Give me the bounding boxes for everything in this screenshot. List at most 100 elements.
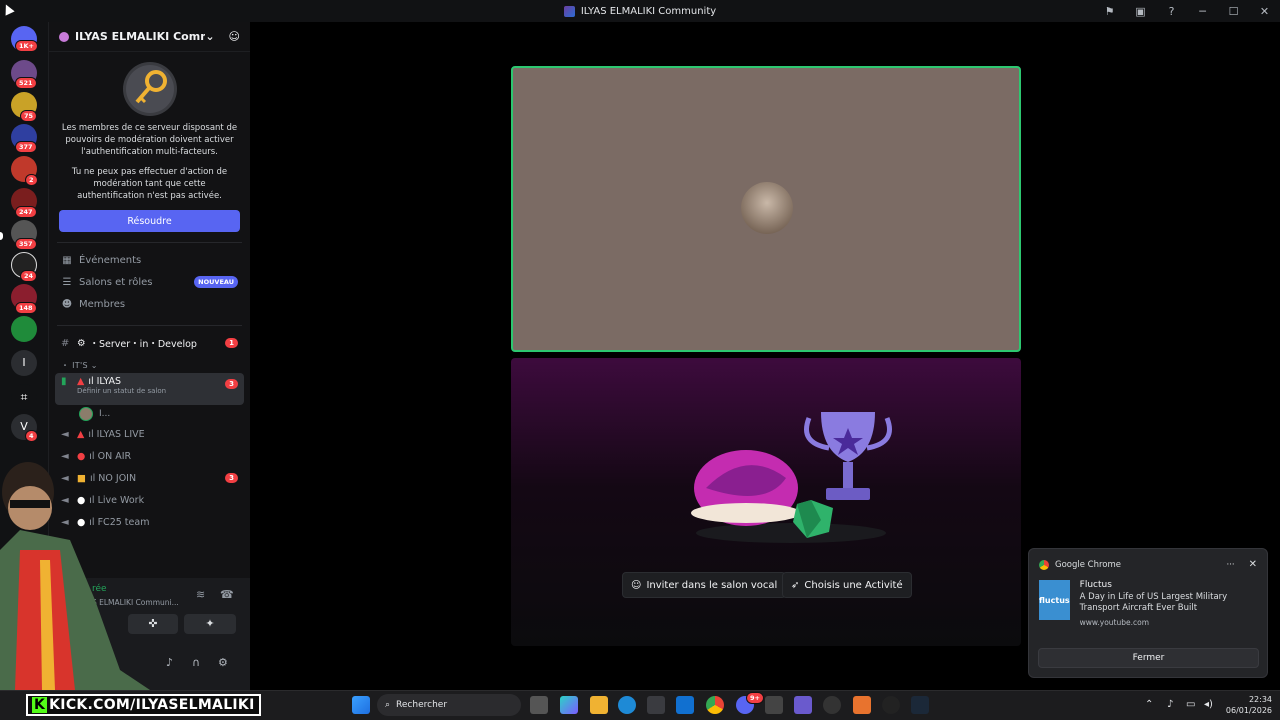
speaker-icon: ◄ — [61, 428, 69, 440]
server-badge: 4 — [25, 430, 38, 442]
kick-overlay: K KICK.COM/ILYASELMALIKI — [26, 694, 261, 716]
divider — [57, 242, 242, 243]
rocket-icon: ➶ — [791, 579, 800, 591]
nav-events[interactable]: ▦ Événements — [49, 249, 250, 271]
nav-members-label: Membres — [79, 298, 126, 310]
network-icon[interactable]: ▭ — [1186, 699, 1195, 710]
add-member-icon[interactable]: ☺ — [229, 30, 240, 43]
server-icon — [59, 31, 69, 42]
taskbar-search[interactable]: ⌕ Rechercher — [377, 694, 521, 716]
game-controller-icon[interactable] — [794, 696, 812, 714]
hash-icon: # — [61, 337, 70, 349]
noise-suppression-icon[interactable]: ≋ — [196, 588, 205, 601]
headphones-icon[interactable]: ∩ — [192, 656, 200, 669]
chrome-icon — [1039, 559, 1049, 570]
clock-date: 06/01/2026 — [1225, 706, 1272, 715]
mail-icon[interactable] — [676, 696, 694, 714]
unread-pill — [0, 232, 3, 240]
notification-source: www.youtube.com — [1079, 618, 1150, 627]
close-button[interactable]: ✕ — [1249, 5, 1280, 18]
help-icon[interactable]: ? — [1156, 5, 1187, 18]
voice-channel-ilyas-live[interactable]: ◄ ▲ ıl ILYAS LIVE — [49, 423, 250, 445]
search-icon: ⌕ — [385, 700, 391, 710]
voice-channel-ilyas[interactable]: ▮ ▲ ıl ILYAS Définir un statut de salon … — [55, 373, 244, 405]
alarm-icon: ▲ — [77, 376, 85, 387]
screen-share-icon[interactable]: ▣ — [1125, 5, 1156, 18]
app-icon[interactable] — [853, 696, 871, 714]
chrome-taskbar-icon[interactable] — [706, 696, 724, 714]
category-its[interactable]: ・ IT'S ⌄ — [49, 354, 250, 373]
mfa-notice: Les membres de ce serveur disposant de p… — [49, 62, 250, 232]
edge-icon[interactable] — [618, 696, 636, 714]
members-icon: ☻ — [61, 298, 73, 310]
app-icon[interactable] — [882, 696, 900, 714]
add-user-icon: ☺ — [631, 579, 642, 591]
server-icon[interactable] — [11, 316, 37, 342]
avatar — [741, 182, 793, 234]
divider — [57, 325, 242, 326]
microphone-icon[interactable]: ♪ — [166, 656, 173, 669]
server-icon — [563, 5, 575, 17]
microphone-tray-icon[interactable]: ♪ — [1167, 699, 1173, 710]
channel-status[interactable]: Définir un statut de salon — [77, 387, 225, 395]
obs-icon[interactable] — [823, 696, 841, 714]
window-controls: ⚑ ▣ ? ─ ☐ ✕ — [1094, 0, 1280, 22]
copilot-icon[interactable] — [560, 696, 578, 714]
more-options-icon[interactable]: ··· — [1227, 560, 1235, 570]
alarm-icon: ▲ — [77, 428, 85, 440]
minimize-button[interactable]: ─ — [1187, 5, 1218, 18]
chrome-notification[interactable]: Google Chrome ··· ✕ fluctus Fluctus A Da… — [1028, 548, 1268, 678]
windows-start-icon[interactable] — [352, 696, 370, 714]
hash-icon[interactable]: ⌗ — [11, 384, 37, 410]
app-icon[interactable] — [765, 696, 783, 714]
close-icon[interactable]: ✕ — [1249, 559, 1257, 570]
clock-time: 22:34 — [1248, 695, 1272, 704]
channel-label: ・Server・in・Develop — [89, 339, 197, 350]
disconnect-icon[interactable]: ☎ — [220, 588, 234, 601]
flag-icon[interactable]: ⚑ — [1094, 5, 1125, 18]
choose-activity-label: Choisis une Activité — [804, 579, 903, 591]
notification-close-button[interactable]: Fermer — [1038, 648, 1259, 668]
chevron-down-icon: ⌄ — [205, 30, 215, 43]
nav-channels-roles-label: Salons et rôles — [79, 276, 153, 288]
channels-icon: ☰ — [62, 276, 72, 288]
server-badge: 24 — [20, 270, 38, 282]
calendar-icon: ▦ — [62, 254, 72, 266]
task-view-icon[interactable] — [530, 696, 548, 714]
server-badge: 247 — [15, 206, 37, 218]
clock[interactable]: 22:34 06/01/2026 — [1226, 694, 1272, 716]
notification-thumbnail: fluctus — [1039, 580, 1070, 620]
webcam-overlay — [0, 450, 150, 690]
voice-user[interactable]: I... — [49, 405, 250, 423]
key-icon — [122, 62, 177, 116]
key-illustration — [125, 65, 174, 113]
store-icon[interactable] — [647, 696, 665, 714]
notification-header: Google Chrome ··· ✕ — [1029, 549, 1267, 570]
maximize-button[interactable]: ☐ — [1218, 5, 1249, 18]
nav-channels-roles[interactable]: ☰ Salons et rôles NOUVEAU — [49, 271, 250, 293]
notification-app: Google Chrome — [1055, 559, 1122, 570]
choose-activity-button[interactable]: ➶ Choisis une Activité — [782, 572, 912, 598]
discord-taskbar-badge: 9+ — [746, 692, 764, 704]
server-header[interactable]: ILYAS ELMALIKI Comm… ⌄ ☺ — [49, 22, 250, 52]
resolve-button[interactable]: Résoudre — [59, 210, 240, 232]
channel-label: ıl ILYAS LIVE — [88, 428, 145, 440]
gear-icon[interactable]: ⚙ — [218, 656, 228, 669]
server-icon[interactable]: I — [11, 350, 37, 376]
steam-icon[interactable] — [911, 696, 929, 714]
tray-chevron-icon[interactable]: ⌃ — [1145, 699, 1153, 710]
channel-server-in-develop[interactable]: # ⚙ ・Server・in・Develop 1 — [49, 332, 250, 354]
server-name: ILYAS ELMALIKI Comm… — [75, 30, 205, 43]
invite-to-voice-button[interactable]: ☺ Inviter dans le salon vocal — [622, 572, 787, 598]
file-explorer-icon[interactable] — [590, 696, 608, 714]
nav-members[interactable]: ☻ Membres — [49, 293, 250, 315]
kick-logo: K — [32, 697, 48, 713]
server-badge: 521 — [15, 77, 37, 89]
soundboard-button[interactable]: ✦ — [184, 614, 236, 634]
participant-tile[interactable] — [511, 66, 1021, 352]
mention-badge: 1 — [225, 338, 238, 348]
volume-icon[interactable]: ◂) — [1204, 699, 1213, 710]
server-badge: 2 — [25, 174, 38, 186]
server-badge: 357 — [15, 238, 37, 250]
gear-icon: ⚙ — [77, 337, 86, 349]
